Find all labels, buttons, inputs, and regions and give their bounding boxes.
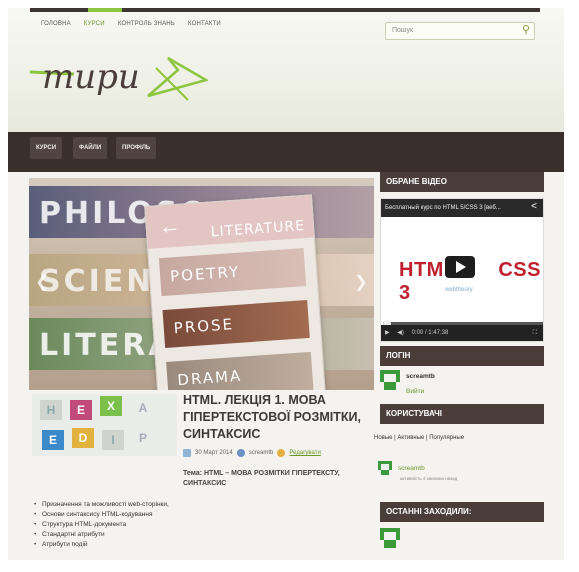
thumb-block: X bbox=[100, 396, 122, 416]
thumb-block: D bbox=[72, 428, 94, 448]
back-arrow-icon: ← bbox=[157, 212, 182, 240]
user-icon bbox=[236, 449, 245, 457]
search-box[interactable]: Пошук ⚲ bbox=[385, 22, 535, 40]
navbar-files-button[interactable]: ФАЙЛИ bbox=[73, 137, 108, 159]
slider-card-tile: DRAMA bbox=[166, 351, 314, 390]
top-nav-knowledge-control[interactable]: КОНТРОЛЬ ЗНАНЬ bbox=[118, 21, 175, 27]
slider-card-title: LITERATURE bbox=[210, 217, 306, 241]
calendar-icon bbox=[183, 449, 191, 457]
share-icon[interactable]: < bbox=[531, 201, 537, 212]
site-header: ГОЛОВНА КУРСИ КОНТРОЛЬ ЗНАНЬ КОНТАКТИ По… bbox=[8, 8, 564, 135]
slider-card-header: ← LITERATURE bbox=[145, 195, 314, 249]
list-item: Призначення та можливості web-сторінки, bbox=[34, 500, 364, 510]
post-topics-list: Призначення та можливості web-сторінки, … bbox=[34, 500, 364, 550]
site-logo[interactable]: тири bbox=[28, 48, 208, 108]
thumb-block: A bbox=[132, 398, 154, 418]
list-item: Структура HTML-документа bbox=[34, 520, 364, 530]
list-item: Атрибути подій bbox=[34, 540, 364, 550]
search-input[interactable]: Пошук bbox=[392, 27, 413, 34]
navbar-courses-button[interactable]: КУРСИ bbox=[30, 137, 63, 159]
main-navbar: КУРСИ ФАЙЛИ ПРОФІЛЬ bbox=[8, 132, 564, 172]
post-thumbnail[interactable]: H E X A E D I P bbox=[32, 394, 177, 456]
avatar[interactable] bbox=[380, 370, 400, 390]
login-username[interactable]: screamtb bbox=[406, 373, 435, 380]
top-nav-home[interactable]: ГОЛОВНА bbox=[41, 21, 71, 27]
featured-video-title: ОБРАНЕ ВІДЕО bbox=[380, 172, 544, 192]
thumb-block: E bbox=[42, 430, 64, 450]
search-icon[interactable]: ⚲ bbox=[522, 23, 530, 36]
top-bar-active-accent bbox=[88, 8, 122, 12]
thumb-block: P bbox=[132, 428, 154, 448]
slider-card-tile: POETRY bbox=[158, 248, 307, 297]
edit-icon bbox=[277, 449, 286, 457]
slider-next-icon[interactable]: ❯ bbox=[352, 272, 370, 292]
logo-lettering: тири bbox=[42, 57, 140, 97]
slider-card: ← LITERATURE POETRY PROSE DRAMA bbox=[144, 194, 326, 390]
post-author[interactable]: screamtb bbox=[249, 450, 274, 456]
top-bar bbox=[30, 8, 540, 12]
post-title[interactable]: HTML. ЛЕКЦІЯ 1. МОВА ГІПЕРТЕКСТОВОЇ РОЗМ… bbox=[183, 392, 373, 443]
post-edit-link[interactable]: Редагувати bbox=[289, 450, 320, 456]
last-visited-title: ОСТАННІ ЗАХОДИЛИ: bbox=[380, 502, 544, 522]
browser-screenshot: ГОЛОВНА КУРСИ КОНТРОЛЬ ЗНАНЬ КОНТАКТИ По… bbox=[8, 8, 564, 560]
top-navigation: ГОЛОВНА КУРСИ КОНТРОЛЬ ЗНАНЬ КОНТАКТИ bbox=[41, 21, 221, 27]
video-player[interactable]: Бесплатный курс по HTML 5/CSS 3 [веб... … bbox=[380, 198, 544, 342]
fullscreen-icon[interactable]: ⛶ bbox=[533, 325, 537, 341]
navbar-profile-button[interactable]: ПРОФІЛЬ bbox=[116, 137, 157, 159]
list-item: Основи синтаксису HTML-кодування bbox=[34, 510, 364, 520]
video-caption[interactable]: Бесплатный курс по HTML 5/CSS 3 [веб... bbox=[381, 199, 543, 217]
thumb-block: H bbox=[40, 400, 62, 420]
list-item: Стандартні атрибути bbox=[34, 530, 364, 540]
image-slider[interactable]: PHILOSO SCIENCE LITERA ← LITERATURE POET… bbox=[29, 178, 374, 390]
login-title: ЛОГІН bbox=[380, 346, 544, 366]
top-nav-courses[interactable]: КУРСИ bbox=[84, 21, 105, 27]
thumb-block: I bbox=[102, 430, 124, 450]
play-icon[interactable] bbox=[445, 256, 475, 278]
post-subtitle: Тема: HTML – МОВА РОЗМІТКИ ГІПЕРТЕКСТУ, … bbox=[183, 470, 340, 487]
slider-prev-icon[interactable]: ❮ bbox=[33, 272, 51, 292]
video-subbrand: webtheory bbox=[445, 287, 473, 293]
slider-card-tile: PROSE bbox=[162, 299, 310, 348]
play-small-icon[interactable]: ▶ bbox=[385, 330, 390, 336]
users-title: КОРИСТУВАЧІ bbox=[380, 404, 544, 424]
volume-icon[interactable]: ◀) bbox=[397, 330, 404, 336]
thumb-block: E bbox=[70, 400, 92, 420]
video-time: 0:00 / 1:47:38 bbox=[411, 330, 449, 336]
users-username[interactable]: screamtb bbox=[398, 465, 425, 472]
users-last-active: активність 4 хвилини назад bbox=[400, 476, 458, 481]
post-date: 30 Март 2014 bbox=[195, 450, 233, 456]
logout-link[interactable]: Вийти bbox=[406, 388, 424, 395]
top-nav-contacts[interactable]: КОНТАКТИ bbox=[188, 21, 221, 27]
avatar[interactable] bbox=[380, 528, 400, 548]
users-tabs[interactable]: Новые | Активные | Популярные bbox=[374, 435, 464, 441]
post-meta: 30 Март 2014 screamtb Редагувати bbox=[183, 449, 373, 457]
video-controls: ▶ ◀) 0:00 / 1:47:38 ⛶ bbox=[381, 325, 543, 341]
avatar[interactable] bbox=[378, 461, 392, 475]
